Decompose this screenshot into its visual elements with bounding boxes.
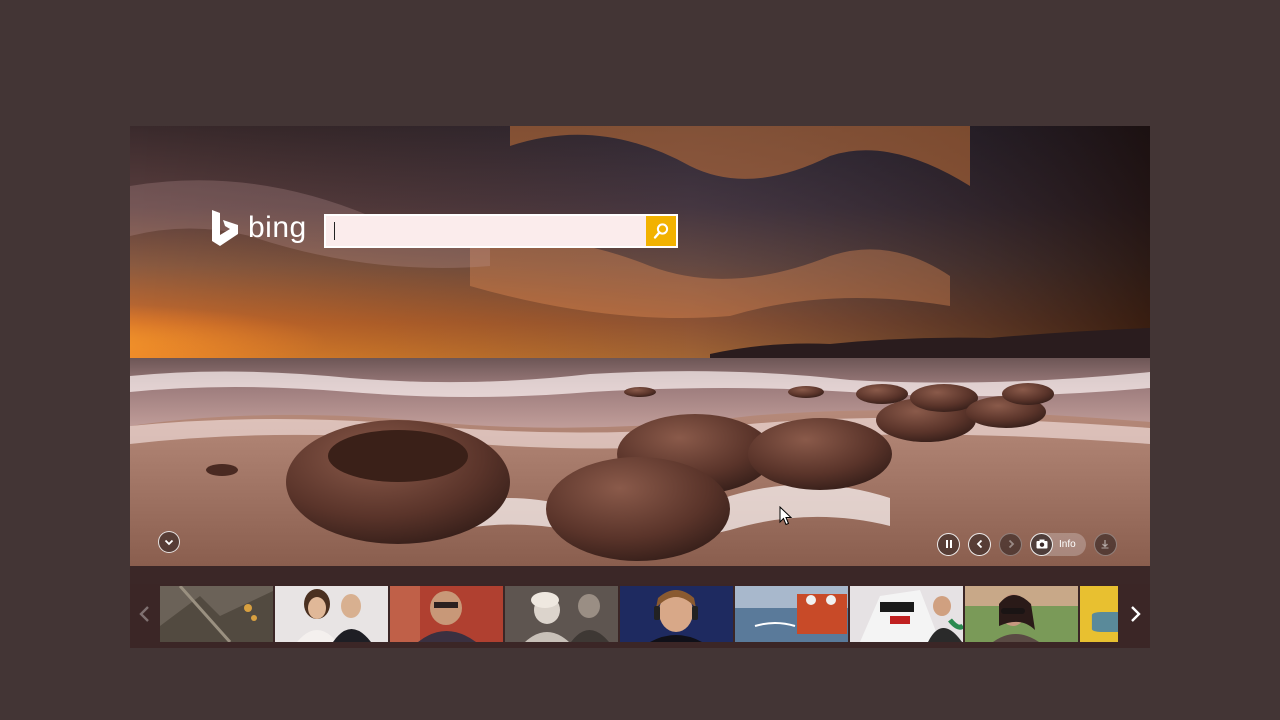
download-icon xyxy=(1101,540,1109,549)
text-caret xyxy=(334,222,335,240)
scroll-down-button[interactable] xyxy=(158,531,180,553)
camera-icon xyxy=(1036,539,1047,549)
bing-homepage: bing Info xyxy=(130,126,1150,648)
thumbnail-image xyxy=(735,586,848,642)
strip-previous-button[interactable] xyxy=(130,586,160,642)
info-label: Info xyxy=(1059,538,1076,550)
news-thumbnail[interactable] xyxy=(850,586,963,642)
news-thumbnail[interactable] xyxy=(505,586,618,642)
strip-next-button[interactable] xyxy=(1120,586,1150,642)
news-strip xyxy=(130,566,1150,648)
search-box xyxy=(324,214,678,248)
search-button[interactable] xyxy=(646,216,676,246)
news-thumbnail[interactable] xyxy=(620,586,733,642)
pause-icon xyxy=(945,540,952,548)
info-button[interactable]: Info xyxy=(1030,532,1086,556)
thumbnail-image xyxy=(965,586,1078,642)
brand-name: bing xyxy=(248,211,307,244)
news-thumbnail[interactable] xyxy=(160,586,273,642)
news-thumbnail[interactable] xyxy=(275,586,388,642)
image-controls: Info xyxy=(937,532,1117,556)
background-image: bing Info xyxy=(130,126,1150,566)
chevron-right-icon xyxy=(1131,606,1141,622)
chevron-down-icon xyxy=(164,539,174,546)
thumbnail-image xyxy=(505,586,618,642)
news-thumbnail[interactable] xyxy=(1080,586,1118,642)
news-caption-bar xyxy=(130,566,1150,584)
chevron-left-icon xyxy=(976,539,982,549)
camera-button xyxy=(1030,532,1053,556)
news-thumbnail[interactable] xyxy=(965,586,1078,642)
previous-image-button[interactable] xyxy=(968,532,991,556)
bing-logo[interactable]: bing xyxy=(210,210,307,246)
thumbnail-image xyxy=(390,586,503,642)
download-button[interactable] xyxy=(1093,532,1117,556)
chevron-right-icon xyxy=(1008,539,1014,549)
bing-logo-icon xyxy=(212,210,238,246)
news-thumbnails xyxy=(160,586,1122,642)
thumbnail-image xyxy=(1080,586,1118,642)
thumbnail-image xyxy=(160,586,273,642)
thumbnail-image xyxy=(620,586,733,642)
pause-button[interactable] xyxy=(937,532,960,556)
news-thumbnail[interactable] xyxy=(735,586,848,642)
next-image-button[interactable] xyxy=(999,532,1022,556)
thumbnail-image xyxy=(275,586,388,642)
search-input[interactable] xyxy=(326,216,646,246)
chevron-left-icon xyxy=(139,606,149,622)
mouse-cursor xyxy=(779,506,793,526)
search-icon xyxy=(653,223,669,239)
beach-boulders-photo xyxy=(130,126,1150,566)
news-thumbnail[interactable] xyxy=(390,586,503,642)
thumbnail-image xyxy=(850,586,963,642)
